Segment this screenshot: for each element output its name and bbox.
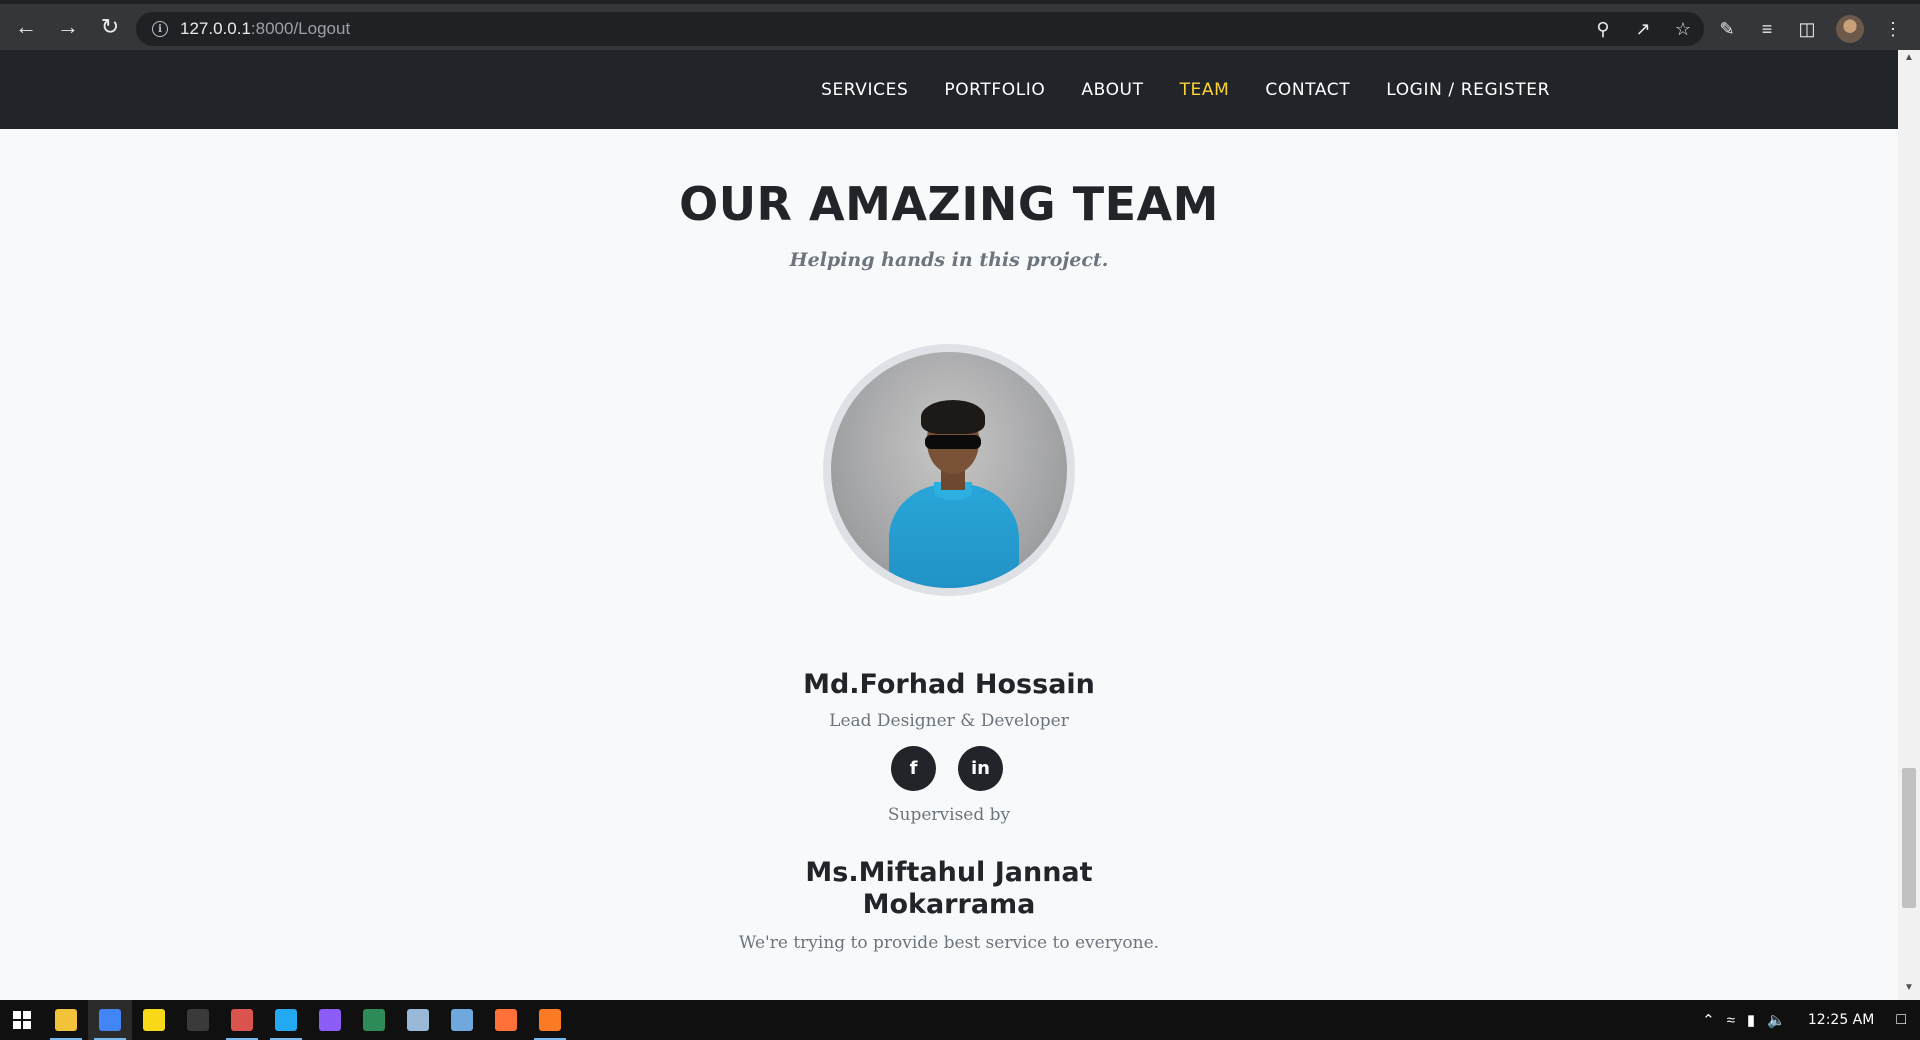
photo-shirt	[889, 484, 1019, 588]
app-icon-2[interactable]	[352, 1000, 396, 1040]
scroll-down-arrow-icon[interactable]: ▼	[1898, 982, 1920, 998]
page-viewport: SERVICES PORTFOLIO ABOUT TEAM CONTACT LO…	[0, 50, 1920, 1000]
profile-avatar[interactable]	[1836, 15, 1864, 43]
supervisor-name: Ms.Miftahul Jannat Mokarrama	[0, 857, 1898, 921]
side-panel-icon[interactable]: ◫	[1796, 19, 1818, 40]
section-subtitle: Helping hands in this project.	[789, 249, 1109, 271]
scrollbar-thumb[interactable]	[1902, 768, 1916, 908]
system-tray: ⌃ ≈ ▮ 🔈 12:25 AM □	[1702, 1000, 1920, 1040]
firefox-icon-glyph	[495, 1009, 517, 1031]
start-button[interactable]	[0, 1000, 44, 1040]
notepad-icon-glyph	[407, 1009, 429, 1031]
url-host: 127.0.0.1	[180, 19, 251, 38]
back-arrow-icon[interactable]: ←	[6, 7, 46, 47]
nav-link-login-register[interactable]: LOGIN / REGISTER	[1368, 80, 1568, 100]
volume-icon[interactable]: 🔈	[1767, 1011, 1786, 1029]
zoom-icon[interactable]: ⚲	[1592, 19, 1614, 40]
forward-arrow-icon[interactable]: →	[48, 7, 88, 47]
extensions-icon[interactable]: ✎	[1716, 19, 1738, 40]
vscode-icon-glyph	[275, 1009, 297, 1031]
xampp-icon[interactable]	[528, 1000, 572, 1040]
supervisor-name-line2: Mokarrama	[862, 889, 1036, 920]
battery-icon[interactable]: ▮	[1747, 1011, 1755, 1029]
messenger-icon[interactable]	[308, 1000, 352, 1040]
windows-taskbar: ⌃ ≈ ▮ 🔈 12:25 AM □	[0, 1000, 1920, 1040]
team-member-photo	[823, 344, 1075, 596]
menu-icon[interactable]: ⋮	[1882, 19, 1904, 40]
sticky-notes-icon-glyph	[143, 1009, 165, 1031]
messenger-icon-glyph	[319, 1009, 341, 1031]
reload-icon[interactable]: ↻	[90, 7, 130, 47]
vscode-icon[interactable]	[264, 1000, 308, 1040]
app-icon-glyph	[231, 1009, 253, 1031]
sticky-notes-icon[interactable]	[132, 1000, 176, 1040]
app-icon[interactable]	[220, 1000, 264, 1040]
chrome-icon[interactable]	[88, 1000, 132, 1040]
site-navbar: SERVICES PORTFOLIO ABOUT TEAM CONTACT LO…	[0, 50, 1898, 129]
nav-link-contact[interactable]: CONTACT	[1247, 80, 1368, 100]
team-member-name: Md.Forhad Hossain	[803, 669, 1095, 700]
url-path: :8000/Logout	[250, 19, 351, 38]
xampp-icon-glyph	[539, 1009, 561, 1031]
facebook-icon[interactable]: f	[891, 746, 936, 791]
site-info-icon[interactable]: i	[152, 21, 168, 37]
nav-link-services[interactable]: SERVICES	[803, 80, 926, 100]
app-icon-3-glyph	[451, 1009, 473, 1031]
browser-toolbar: ← → ↻ i 127.0.0.1:8000/Logout ⚲ ↗ ☆ ✎ ≡ …	[0, 0, 1920, 50]
notifications-icon[interactable]: □	[1896, 1011, 1906, 1029]
windows-logo-icon	[13, 1011, 31, 1029]
supervised-by-label: Supervised by	[887, 805, 1011, 825]
photo-sunglasses	[925, 435, 981, 449]
chrome-icon-glyph	[99, 1009, 121, 1031]
app-icon-2-glyph	[363, 1009, 385, 1031]
taskbar-clock[interactable]: 12:25 AM	[1808, 1012, 1874, 1028]
chevron-up-icon[interactable]: ⌃	[1702, 1011, 1715, 1029]
photo-hair	[921, 400, 985, 434]
nav-link-team[interactable]: TEAM	[1162, 80, 1248, 100]
section-title: OUR AMAZING TEAM	[679, 177, 1219, 231]
app-icon-3[interactable]	[440, 1000, 484, 1040]
share-icon[interactable]: ↗	[1632, 19, 1654, 40]
file-explorer-icon-glyph	[55, 1009, 77, 1031]
address-bar[interactable]: i 127.0.0.1:8000/Logout ⚲ ↗ ☆	[136, 12, 1704, 46]
bookmark-star-icon[interactable]: ☆	[1672, 19, 1694, 40]
nav-links: SERVICES PORTFOLIO ABOUT TEAM CONTACT LO…	[803, 50, 1568, 129]
reading-list-icon[interactable]: ≡	[1756, 19, 1778, 40]
nav-link-about[interactable]: ABOUT	[1063, 80, 1161, 100]
wifi-icon[interactable]: ≈	[1727, 1012, 1735, 1029]
firefox-icon[interactable]	[484, 1000, 528, 1040]
social-links: f in	[0, 746, 1898, 791]
team-tagline: We're trying to provide best service to …	[738, 933, 1160, 953]
terminal-icon[interactable]	[176, 1000, 220, 1040]
team-member-role: Lead Designer & Developer	[829, 711, 1069, 731]
nav-link-portfolio[interactable]: PORTFOLIO	[926, 80, 1063, 100]
scroll-up-arrow-icon[interactable]: ▲	[1898, 52, 1920, 68]
linkedin-icon[interactable]: in	[958, 746, 1003, 791]
taskbar-apps	[44, 1000, 572, 1040]
notepad-icon[interactable]	[396, 1000, 440, 1040]
page-scrollbar[interactable]: ▲ ▼	[1898, 50, 1920, 1000]
terminal-icon-glyph	[187, 1009, 209, 1031]
file-explorer-icon[interactable]	[44, 1000, 88, 1040]
supervisor-name-line1: Ms.Miftahul Jannat	[805, 857, 1093, 888]
